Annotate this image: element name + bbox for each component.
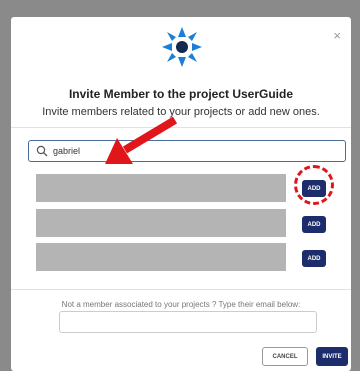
email-label: Not a member associated to your projects… bbox=[61, 300, 301, 309]
add-button-3[interactable]: ADD bbox=[302, 250, 326, 267]
close-icon[interactable]: × bbox=[333, 29, 341, 42]
invite-member-modal: × Invite Member to the project UserGuide… bbox=[11, 17, 351, 371]
annotation-circle bbox=[294, 165, 334, 205]
invite-button[interactable]: INVITE bbox=[316, 347, 348, 366]
search-icon bbox=[36, 145, 48, 157]
divider-bottom bbox=[11, 289, 351, 290]
search-field[interactable] bbox=[28, 140, 346, 162]
add-button-2[interactable]: ADD bbox=[302, 216, 326, 233]
modal-subtitle: Invite members related to your projects … bbox=[42, 106, 320, 118]
email-field[interactable] bbox=[59, 311, 317, 333]
divider-top bbox=[11, 127, 351, 128]
cancel-button[interactable]: CANCEL bbox=[262, 347, 308, 366]
modal-title: Invite Member to the project UserGuide bbox=[68, 87, 294, 101]
result-row-redacted-2 bbox=[36, 209, 286, 237]
search-input[interactable] bbox=[53, 143, 333, 159]
result-row-redacted-3 bbox=[36, 243, 286, 271]
annotation-arrow-icon bbox=[105, 116, 178, 164]
app-logo-icon bbox=[162, 27, 202, 67]
result-row-redacted-1 bbox=[36, 174, 286, 202]
